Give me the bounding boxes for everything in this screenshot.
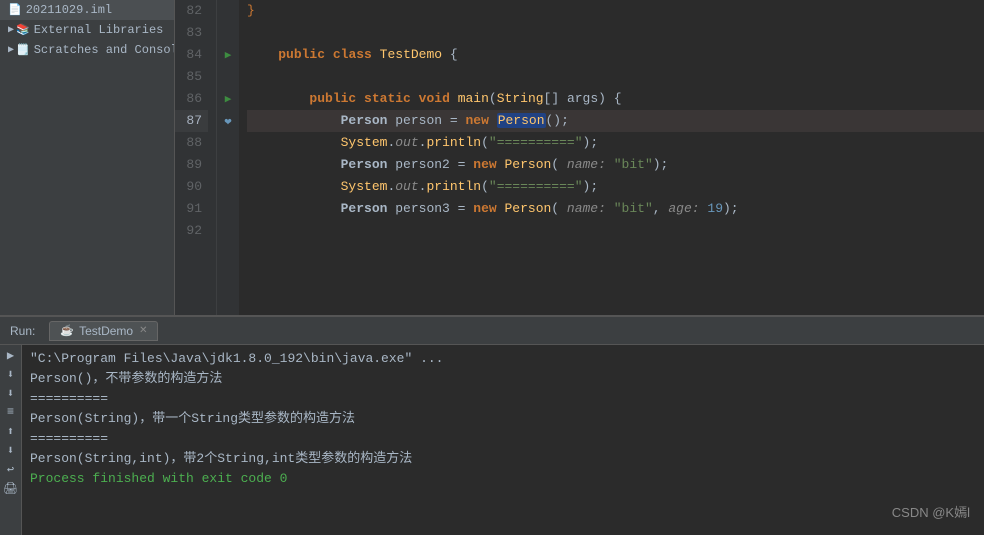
gutter-88 [217,132,239,154]
sidebar-item-lib-label: External Libraries [34,23,164,37]
project-sidebar: 📄 20211029.iml ▶ 📚 External Libraries ▶ … [0,0,175,315]
sidebar-item-scratches[interactable]: ▶ 🗒️ Scratches and Console [0,40,174,60]
code-line-88: System.out.println("=========="); [247,132,984,154]
sidebar-item-iml-label: 20211029.iml [26,3,112,17]
scratch-icon: 🗒️ [16,43,30,57]
gutter-87: ❤ [217,110,239,132]
code-line-90: System.out.println("=========="); [247,176,984,198]
gutter-85 [217,66,239,88]
code-line-91: Person person3 = new Person( name: "bit"… [247,198,984,220]
gutter-90 [217,176,239,198]
code-line-89: Person person2 = new Person( name: "bit"… [247,154,984,176]
rerun-button[interactable]: ⬇ [3,366,19,382]
console-toolbar: ▶ ⬇ ⬇ ≡ ⬆ ⬇ ↩ 🖨 [0,345,22,535]
ln-90: 90 [175,176,208,198]
code-line-85 [247,66,984,88]
scroll-down-button[interactable]: ⬇ [3,442,19,458]
run-tab-testdemo[interactable]: ☕ TestDemo ✕ [49,321,158,341]
editor-gutter: ▶ ▶ ❤ [217,0,239,315]
arrow-icon: ▶ [8,24,14,36]
sidebar-item-iml[interactable]: 📄 20211029.iml [0,0,174,20]
console-line-3: Person(String)，带一个String类型参数的构造方法 [30,409,976,429]
file-icon: 📄 [8,3,22,17]
tab-close-icon[interactable]: ✕ [139,325,147,336]
ln-91: 91 [175,198,208,220]
code-line-92 [247,220,984,242]
sidebar-item-libraries[interactable]: ▶ 📚 External Libraries [0,20,174,40]
line-numbers: 82 83 84 85 86 87 88 89 90 91 92 [175,0,217,315]
watermark: CSDN @K嫣l [892,502,970,521]
run-tab-label: TestDemo [79,324,133,338]
run-label: Run: [4,324,41,338]
code-line-82: } [247,0,984,22]
ln-89: 89 [175,154,208,176]
wrap-button[interactable]: ↩ [3,461,19,477]
gutter-83 [217,22,239,44]
library-icon: 📚 [16,23,30,37]
stop-button[interactable]: ⬇ [3,385,19,401]
ln-82: 82 [175,0,208,22]
sidebar-item-scratch-label: Scratches and Console [34,43,175,57]
code-line-87: Person person = new Person(); [247,110,984,132]
console-line-1: Person()，不带参数的构造方法 [30,369,976,389]
run-tabs-bar: Run: ☕ TestDemo ✕ [0,317,984,345]
console-line-4: ========== [30,429,976,449]
ln-88: 88 [175,132,208,154]
gutter-82 [217,0,239,22]
ln-84: 84 [175,44,208,66]
ln-83: 83 [175,22,208,44]
gutter-92 [217,220,239,242]
console-output: "C:\Program Files\Java\jdk1.8.0_192\bin\… [22,345,984,535]
tab-java-icon: ☕ [60,324,74,337]
run-button[interactable]: ▶ [3,347,19,363]
settings-button[interactable]: ≡ [3,404,19,420]
gutter-89 [217,154,239,176]
arrow-icon-2: ▶ [8,44,14,56]
code-line-83 [247,22,984,44]
ln-92: 92 [175,220,208,242]
ln-86: 86 [175,88,208,110]
console-line-5: Person(String,int)，带2个String,int类型参数的构造方… [30,449,976,469]
console-content-area: ▶ ⬇ ⬇ ≡ ⬆ ⬇ ↩ 🖨 "C:\Program Files\Java\j… [0,345,984,535]
code-content[interactable]: } public class TestDemo { public static … [239,0,984,315]
code-line-86: public static void main(String[] args) { [247,88,984,110]
ln-85: 85 [175,66,208,88]
console-line-0: "C:\Program Files\Java\jdk1.8.0_192\bin\… [30,349,976,369]
console-line-2: ========== [30,389,976,409]
run-panel: Run: ☕ TestDemo ✕ ▶ ⬇ ⬇ ≡ ⬆ ⬇ ↩ 🖨 "C:\Pr… [0,315,984,535]
code-editor: 82 83 84 85 86 87 88 89 90 91 92 ▶ ▶ [175,0,984,315]
code-line-84: public class TestDemo { [247,44,984,66]
ln-87: 87 [175,110,208,132]
gutter-84[interactable]: ▶ [217,44,239,66]
console-line-7: Process finished with exit code 0 [30,469,976,489]
print-button[interactable]: 🖨 [3,480,19,496]
gutter-86[interactable]: ▶ [217,88,239,110]
scroll-up-button[interactable]: ⬆ [3,423,19,439]
gutter-91 [217,198,239,220]
